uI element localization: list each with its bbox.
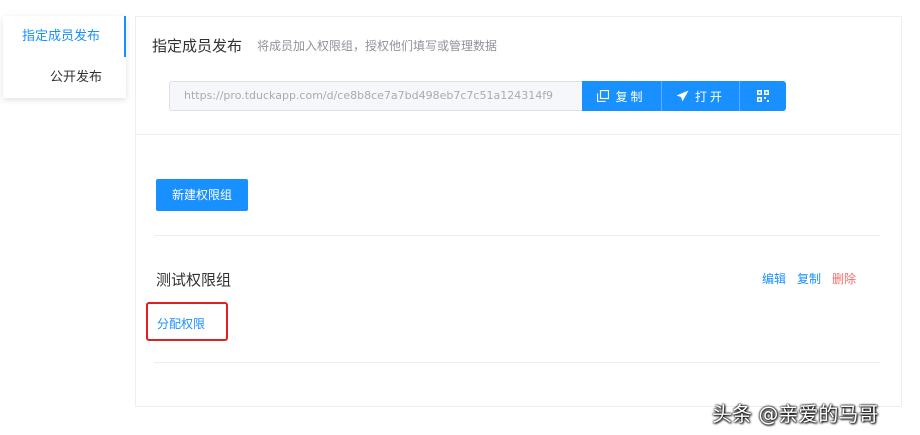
main-panel: 指定成员发布 将成员加入权限组，授权他们填写或管理数据 https://pro.… [135,16,902,407]
permission-group-name: 测试权限组 [156,271,232,289]
sidebar-item-label: 公开发布 [50,70,103,85]
copy-url-button[interactable]: 复制 [582,81,662,111]
panel-header: 指定成员发布 将成员加入权限组，授权他们填写或管理数据 https://pro.… [136,17,901,135]
copy-icon [597,90,610,102]
divider [154,235,880,236]
page-subtitle: 将成员加入权限组，授权他们填写或管理数据 [257,39,498,53]
qrcode-icon [757,90,769,102]
share-url-field[interactable]: https://pro.tduckapp.com/d/ce8b8ce7a7bd4… [169,81,582,111]
copy-group-link[interactable]: 复制 [797,270,821,287]
send-icon [676,90,689,102]
assign-permission-link[interactable]: 分配权限 [157,315,205,332]
delete-group-link[interactable]: 删除 [832,270,856,287]
sidebar: 指定成员发布 公开发布 [3,16,126,98]
page-title: 指定成员发布 [152,37,243,55]
open-url-button[interactable]: 打开 [662,81,740,111]
open-url-label: 打开 [694,89,725,104]
sidebar-item-member-publish[interactable]: 指定成员发布 [3,16,126,57]
share-button-group: 复制 打开 [582,81,786,111]
sidebar-item-public-publish[interactable]: 公开发布 [3,57,126,98]
divider [154,362,880,363]
watermark: 头条 @亲爱的马哥 [712,402,879,426]
sidebar-item-label: 指定成员发布 [22,29,101,44]
new-permission-group-button[interactable]: 新建权限组 [156,179,248,211]
copy-url-label: 复制 [615,89,646,104]
edit-group-link[interactable]: 编辑 [762,270,786,287]
qrcode-button[interactable] [740,81,786,111]
